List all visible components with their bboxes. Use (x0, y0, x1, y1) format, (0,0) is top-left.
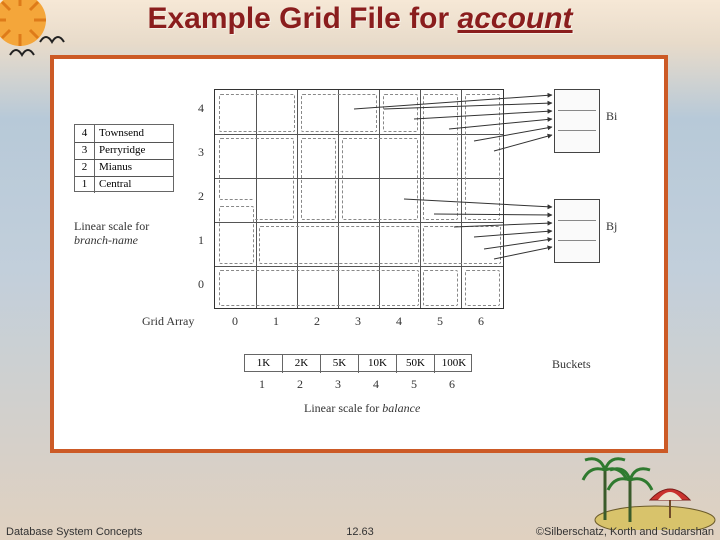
bal-10k: 10K (359, 355, 397, 373)
grid-group (423, 226, 501, 264)
bal-2k: 2K (283, 355, 321, 373)
grid-col-6: 6 (478, 314, 484, 329)
footer: Database System Concepts 12.63 ©Silbersc… (0, 520, 720, 538)
branch-scale-label-2: branch-name (74, 233, 138, 248)
grid-group (423, 270, 458, 306)
branch-idx-4: 4 (75, 125, 95, 142)
grid-col-3: 3 (355, 314, 361, 329)
grid-array-label: Grid Array (142, 314, 194, 329)
buckets-label: Buckets (552, 357, 591, 372)
grid-group (219, 94, 295, 132)
branch-idx-3: 3 (75, 142, 95, 159)
page-title: Example Grid File for account (0, 2, 720, 36)
grid-group (301, 138, 336, 220)
grid-col-5: 5 (437, 314, 443, 329)
grid-row-0: 0 (198, 277, 204, 292)
grid-group (301, 94, 377, 132)
bal-idx-3: 3 (335, 377, 341, 392)
bal-idx-2: 2 (297, 377, 303, 392)
grid-group (465, 270, 500, 306)
bal-1k: 1K (245, 355, 283, 373)
bucket-bi-label: Bi (606, 109, 617, 124)
bucket-bj (554, 199, 600, 263)
grid-row-2: 2 (198, 189, 204, 204)
grid-group (342, 138, 418, 220)
grid-group (219, 138, 254, 200)
slide: Example Grid File for account 4 3 2 1 To… (0, 0, 720, 540)
bucket-bj-label: Bj (606, 219, 617, 234)
branch-name-3: Perryridge (95, 142, 175, 159)
bal-idx-6: 6 (449, 377, 455, 392)
grid-row-1: 1 (198, 233, 204, 248)
branch-name-2: Mianus (95, 159, 175, 176)
grid-group (219, 206, 254, 264)
branch-idx-1: 1 (75, 176, 95, 193)
grid-group (254, 138, 294, 220)
branch-name-1: Central (95, 176, 175, 193)
bal-idx-4: 4 (373, 377, 379, 392)
balance-scale-label: Linear scale for balance (304, 401, 420, 416)
grid-group (383, 94, 418, 132)
bal-5k: 5K (321, 355, 359, 373)
title-prefix: Example Grid File for (147, 2, 457, 35)
grid-group (465, 94, 500, 220)
grid-group (259, 226, 419, 264)
grid-group (219, 270, 419, 306)
grid-group (423, 94, 458, 220)
title-subject: account (458, 2, 573, 35)
grid-col-1: 1 (273, 314, 279, 329)
branch-scale-table: 4 3 2 1 Townsend Perryridge Mianus Centr… (74, 124, 174, 192)
balance-scale-label-ital: balance (382, 401, 420, 415)
bal-50k: 50K (397, 355, 435, 373)
grid-row-4: 4 (198, 101, 204, 116)
bal-100k: 100K (435, 355, 473, 373)
grid-row-3: 3 (198, 145, 204, 160)
balance-scale-label-txt: Linear scale for (304, 401, 382, 415)
balance-scale-table: 1K 2K 5K 10K 50K 100K (244, 354, 472, 372)
bal-idx-1: 1 (259, 377, 265, 392)
grid-col-0: 0 (232, 314, 238, 329)
beach-scene-icon (570, 430, 720, 530)
branch-scale-label-1: Linear scale for (74, 219, 149, 234)
grid-col-4: 4 (396, 314, 402, 329)
figure-panel: 4 3 2 1 Townsend Perryridge Mianus Centr… (50, 55, 668, 453)
grid-col-2: 2 (314, 314, 320, 329)
grid-array (214, 89, 504, 309)
footer-right: ©Silberschatz, Korth and Sudarshan (536, 526, 714, 538)
bal-idx-5: 5 (411, 377, 417, 392)
branch-idx-2: 2 (75, 159, 95, 176)
bucket-bi (554, 89, 600, 153)
branch-name-4: Townsend (95, 125, 175, 142)
